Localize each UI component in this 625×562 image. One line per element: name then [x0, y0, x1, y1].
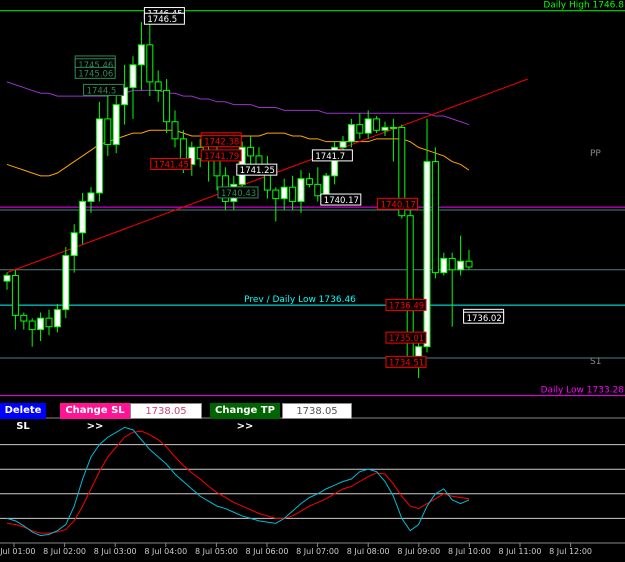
x-tick-label-1: 8 Jul 02:00	[43, 547, 86, 556]
candle-body-18	[154, 81, 162, 91]
candle-body-52	[440, 257, 448, 274]
candle-body-37	[314, 183, 322, 197]
side-label-1: S1	[590, 357, 601, 367]
price-chart[interactable]: Daily High 1746.8 Prev / Daily Low 1736.4…	[0, 0, 625, 562]
x-tick-label-7: 8 Jul 08:00	[347, 547, 390, 556]
price-tag-17: 1734.51	[389, 358, 424, 368]
candle-body-9	[79, 200, 87, 234]
price-tag-8: 1741.79	[204, 152, 239, 162]
x-tick-label-10: 8 Jul 11:00	[499, 547, 542, 556]
candle-body-10	[87, 192, 95, 202]
candle-body-35	[297, 178, 305, 202]
candle-body-7	[62, 255, 70, 311]
candle-body-29	[247, 146, 255, 157]
candle-body-19	[163, 89, 171, 123]
candle-body-42	[356, 124, 364, 134]
x-tick-label-5: 8 Jul 06:00	[246, 547, 289, 556]
ma-slow-line	[6, 81, 470, 126]
candle-body-51	[431, 161, 439, 274]
candle-body-30	[255, 155, 263, 165]
price-tag-7: 1742.38	[204, 138, 239, 148]
price-tag-16: 1735.01	[389, 334, 424, 344]
candle-body-5	[45, 317, 53, 328]
price-tag-11: 1741.25	[240, 166, 275, 176]
candle-body-15	[129, 64, 137, 89]
candle-body-54	[457, 260, 465, 271]
candle-body-16	[137, 44, 145, 66]
candle-body-3	[28, 320, 36, 331]
x-tick-label-4: 8 Jul 05:00	[195, 547, 238, 556]
osc-main-line	[6, 426, 470, 537]
candle-body-12	[104, 118, 112, 146]
price-tag-4: 1745.06	[78, 69, 113, 79]
candle-body-11	[95, 118, 103, 194]
x-tick-label-6: 8 Jul 07:00	[296, 547, 339, 556]
level-label-prev_daily_low: Prev / Daily Low 1736.46	[244, 295, 356, 305]
x-tick-label-3: 8 Jul 04:00	[144, 547, 187, 556]
change-tp-button[interactable]: Change TP >>	[210, 403, 280, 432]
candle-body-1	[11, 274, 19, 316]
price-tag-9: 1741.45	[154, 160, 189, 170]
candle-body-44	[373, 118, 381, 131]
price-tag-19: 1736.02	[467, 314, 502, 324]
price-tag-1: 1746.5	[147, 15, 177, 25]
candle-body-43	[364, 118, 372, 134]
x-tick-label-11: 8 Jul 12:00	[549, 547, 592, 556]
candle-body-8	[70, 232, 78, 257]
candle-body-53	[448, 257, 456, 271]
candle-body-17	[146, 44, 154, 83]
tp-value-field[interactable]: 1738.05	[282, 403, 352, 419]
price-tag-10: 1741.7	[315, 152, 345, 162]
candle-body-32	[272, 189, 280, 200]
candle-body-41	[347, 124, 355, 143]
candle-body-2	[20, 314, 28, 322]
candle-body-45	[381, 126, 389, 131]
x-tick-label-0: 8 Jul 01:00	[0, 547, 35, 556]
level-label-daily_low: Daily Low 1733.28	[541, 386, 625, 396]
sl-value-field[interactable]: 1738.05	[130, 403, 202, 419]
change-sl-button[interactable]: Change SL >>	[60, 403, 130, 432]
x-tick-label-2: 8 Jul 03:00	[94, 547, 137, 556]
price-tag-5: 1744.5	[87, 86, 117, 96]
candle-body-50	[423, 161, 431, 348]
candle-body-4	[37, 317, 45, 331]
x-tick-label-8: 8 Jul 09:00	[397, 547, 440, 556]
x-tick-label-9: 8 Jul 10:00	[448, 547, 491, 556]
candle-body-34	[289, 186, 297, 202]
candle-body-13	[112, 104, 120, 146]
level-label-daily_high: Daily High 1746.8	[543, 1, 624, 11]
price-tag-12: 1740.43	[221, 189, 256, 199]
candle-body-38	[322, 175, 330, 197]
candle-body-36	[305, 178, 313, 185]
candle-body-0	[3, 274, 11, 282]
candle-body-20	[171, 121, 179, 140]
candle-body-46	[389, 126, 397, 129]
candle-body-6	[53, 309, 61, 328]
side-label-0: PP	[590, 149, 601, 159]
delete-sl-button[interactable]: Delete SL	[0, 403, 46, 432]
osc-signal-line	[6, 430, 470, 534]
price-tag-14: 1740.17	[381, 200, 416, 210]
price-tag-15: 1736.49	[389, 301, 424, 311]
candle-body-33	[280, 186, 288, 200]
candle-body-40	[339, 141, 347, 148]
price-tag-13: 1740.17	[324, 196, 359, 206]
candle-body-55	[465, 260, 473, 268]
